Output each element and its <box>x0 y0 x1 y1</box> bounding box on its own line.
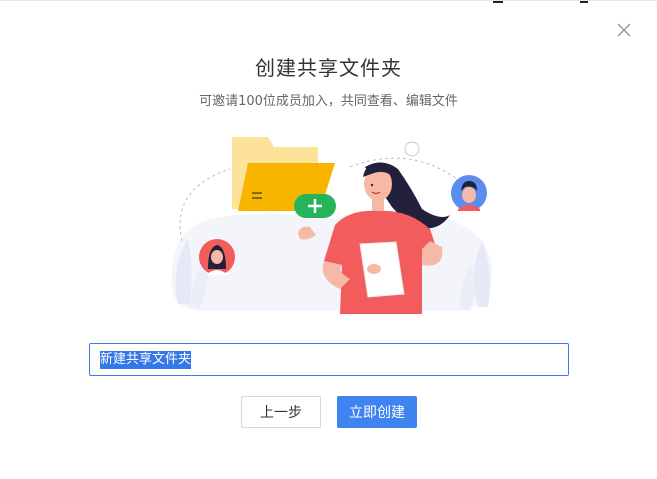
create-now-button[interactable]: 立即创建 <box>337 396 417 428</box>
window-edge-mark <box>580 1 588 3</box>
shared-folder-illustration <box>160 129 500 314</box>
prev-step-button[interactable]: 上一步 <box>241 396 321 428</box>
create-shared-folder-dialog: 创建共享文件夹 可邀请100位成员加入，共同查看、编辑文件 新建共享文件夹 上一… <box>0 0 657 479</box>
dialog-title: 创建共享文件夹 <box>255 56 402 80</box>
window-edge-mark <box>493 1 503 3</box>
folder-name-value: 新建共享文件夹 <box>100 350 192 369</box>
dialog-subtitle: 可邀请100位成员加入，共同查看、编辑文件 <box>199 94 458 109</box>
folder-name-input[interactable]: 新建共享文件夹 <box>89 343 569 376</box>
close-icon[interactable] <box>617 23 637 43</box>
